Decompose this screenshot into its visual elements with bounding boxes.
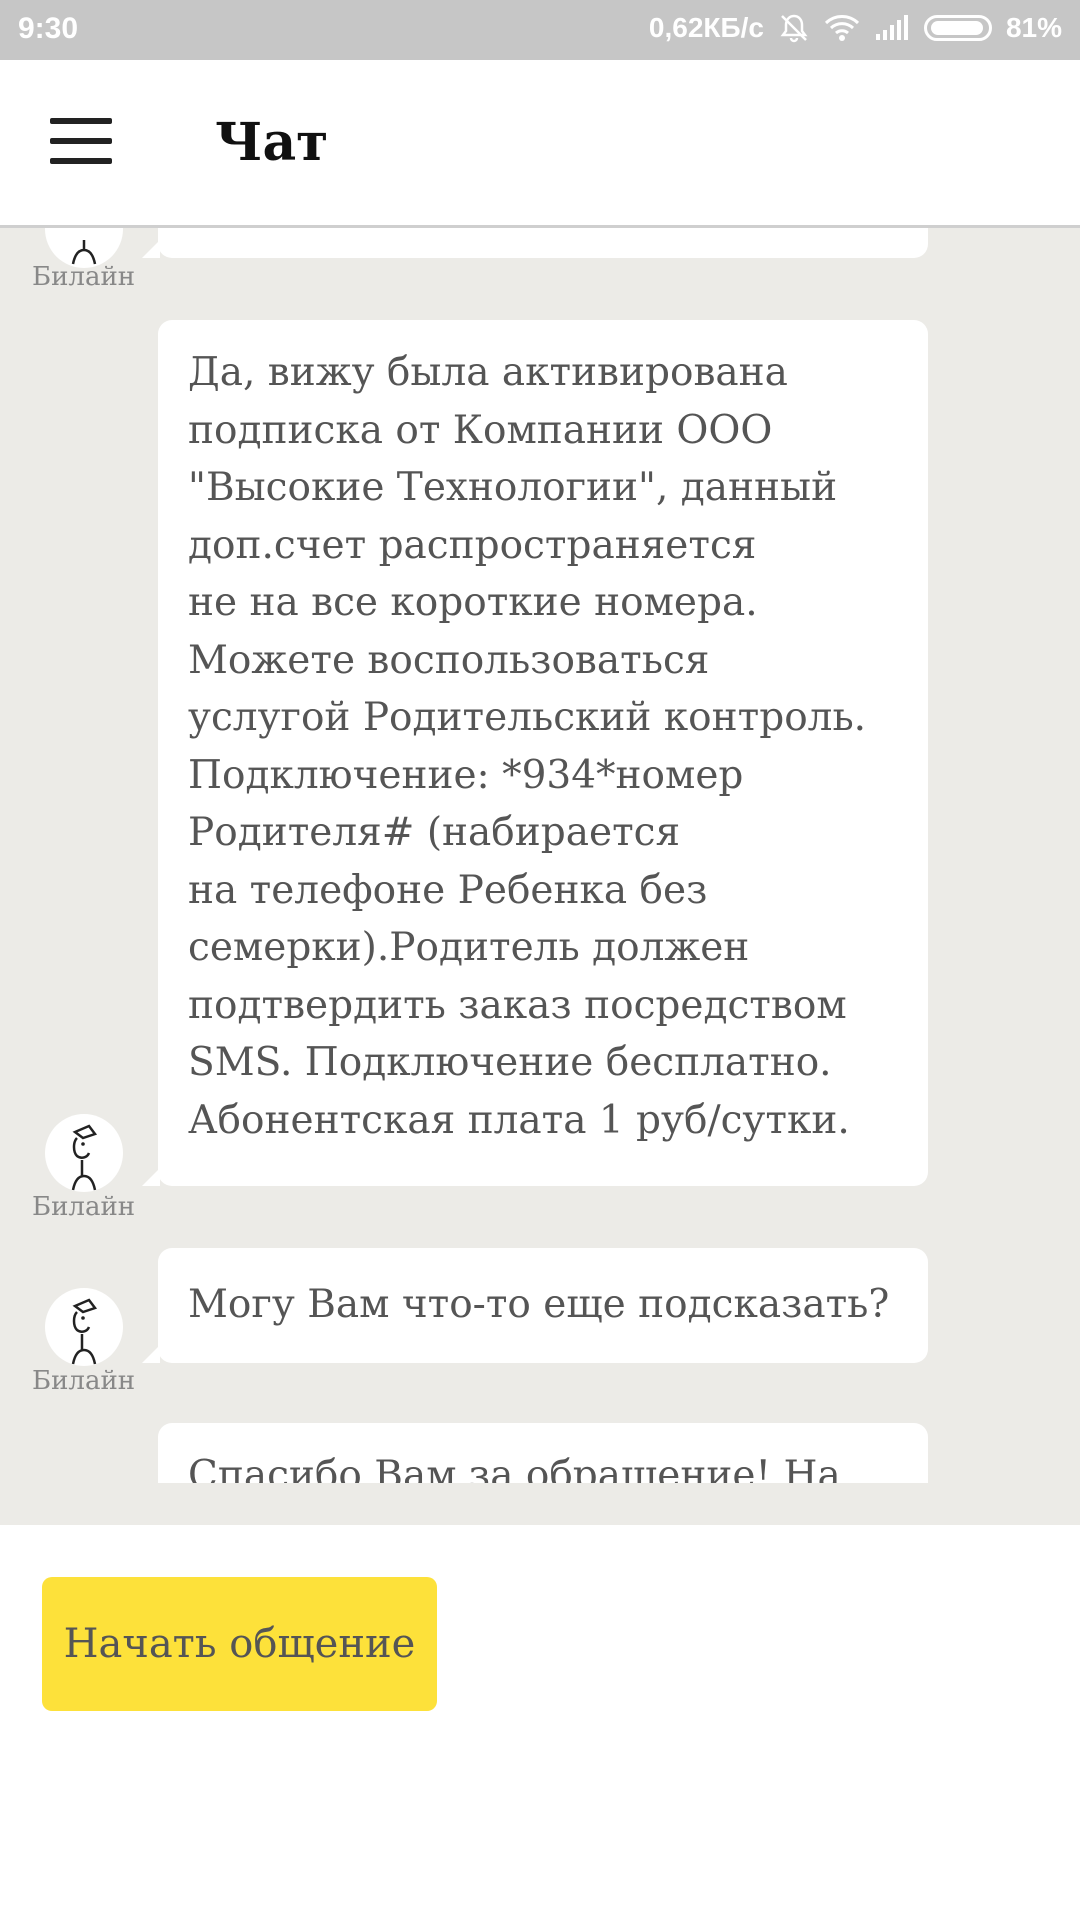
muted-bell-icon (778, 12, 810, 44)
network-speed: 0,62КБ/с (648, 12, 764, 43)
message-bubble: Могу Вам что-то еще подсказать? (142, 1248, 928, 1363)
message-bubble: Да, вижу была активирована подписка от К… (142, 320, 928, 1186)
sender-name: Билайн (32, 262, 136, 292)
hamburger-menu-icon[interactable] (50, 118, 112, 166)
sender-name: Билайн (32, 1366, 136, 1396)
battery-icon (923, 15, 992, 41)
battery-percent: 81% (1005, 12, 1062, 43)
bottom-panel: Начать общение (0, 1525, 1080, 1920)
status-bar: 9:30 0,62КБ/с 81% (0, 0, 1080, 60)
message-text: Да, вижу была активирована подписка от К… (188, 350, 867, 1143)
start-chat-button[interactable]: Начать общение (42, 1577, 437, 1711)
sender-name: Билайн (32, 1192, 136, 1222)
wifi-icon (824, 14, 860, 42)
message-bubble (142, 228, 928, 258)
avatar (45, 1288, 123, 1366)
status-right: 0,62КБ/с 81% (649, 12, 1062, 44)
message-text: Могу Вам что-то еще подсказать? (188, 1282, 890, 1327)
page-title: Чат (215, 112, 329, 173)
chat-bottom-strip (0, 1483, 1080, 1525)
chat-area[interactable]: Билайн Да, вижу была активирована подпис… (0, 228, 1080, 1525)
signal-icon (874, 14, 910, 42)
avatar (45, 1114, 123, 1192)
status-time: 9:30 (18, 12, 79, 45)
app-bar: Чат (0, 60, 1080, 228)
